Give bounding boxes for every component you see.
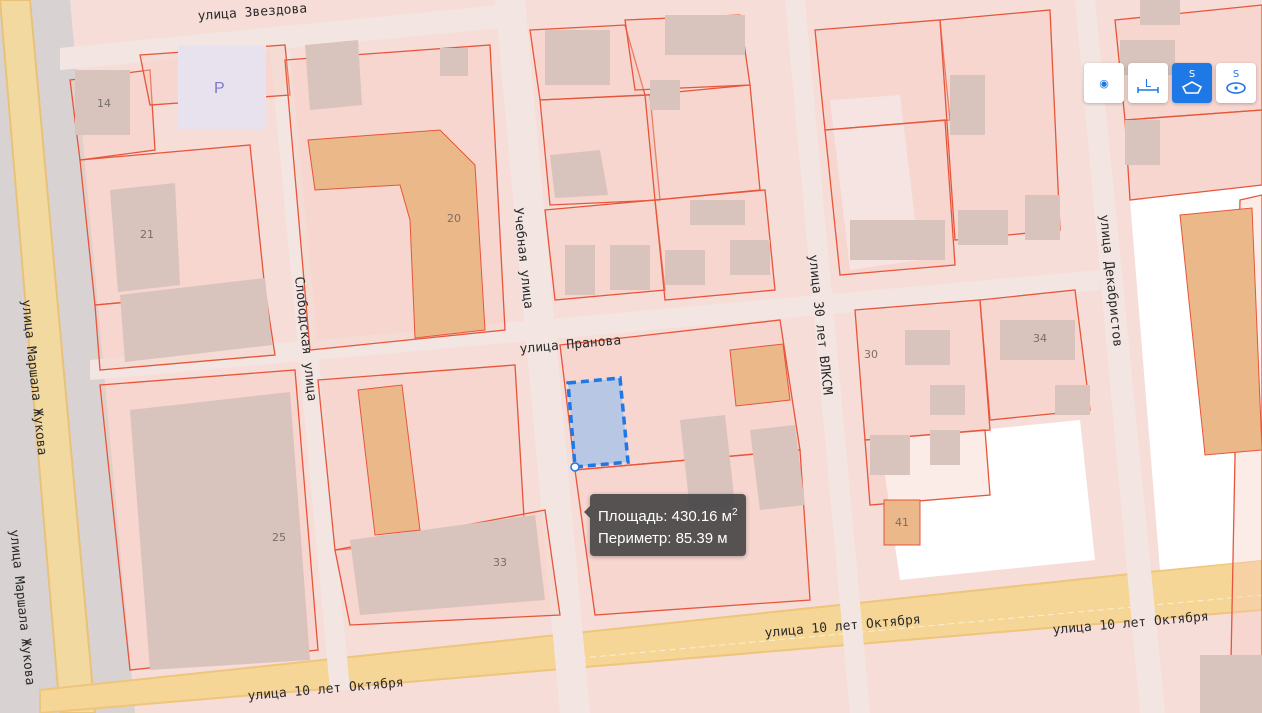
area-value: 430.16 м — [671, 508, 732, 525]
ellipse-icon — [1226, 82, 1246, 94]
polygon-icon — [1181, 81, 1203, 94]
house-number: 41 — [895, 516, 909, 529]
measured-area-polygon[interactable] — [566, 376, 630, 469]
measure-point-button[interactable]: ◉ — [1084, 63, 1124, 103]
house-number: 30 — [864, 348, 878, 361]
measure-area-3d-button[interactable]: S — [1216, 63, 1256, 103]
house-number: 25 — [272, 531, 286, 544]
polygon-vertex-handle[interactable] — [570, 462, 580, 472]
area-icon: S — [1188, 69, 1196, 80]
area-row: Площадь: 430.16 м2 — [598, 502, 738, 528]
area-3d-icon: S — [1232, 69, 1240, 80]
house-number: 33 — [493, 556, 507, 569]
house-number: 20 — [447, 212, 461, 225]
perimeter-value: 85.39 м — [675, 530, 728, 547]
house-number: 14 — [97, 97, 111, 110]
measure-toolbar: ◉ L S S — [1084, 63, 1256, 103]
house-number: 21 — [140, 228, 154, 241]
perimeter-label: Периметр: — [598, 530, 672, 547]
measure-length-button[interactable]: L — [1128, 63, 1168, 103]
target-icon: ◉ — [1099, 76, 1109, 90]
ruler-line-icon — [1137, 87, 1159, 93]
cadastral-map[interactable]: P 14 21 20 25 33 30 34 41 улица Звездова… — [0, 0, 1262, 713]
area-unit-superscript: 2 — [732, 507, 738, 518]
house-number: 34 — [1033, 332, 1047, 345]
area-label: Площадь: — [598, 508, 668, 525]
measurement-tooltip: Площадь: 430.16 м2 Периметр: 85.39 м — [584, 494, 746, 556]
parking-label: P — [214, 80, 225, 97]
perimeter-row: Периметр: 85.39 м — [598, 528, 738, 550]
measure-area-button[interactable]: S — [1172, 63, 1212, 103]
